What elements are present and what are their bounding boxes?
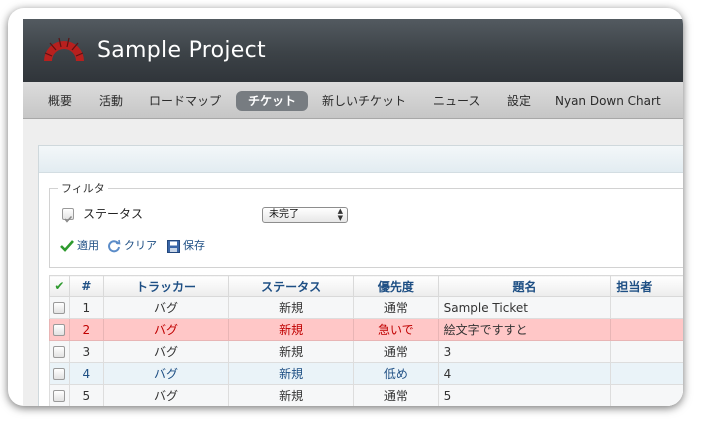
- menu-item-overview[interactable]: 概要: [48, 91, 72, 111]
- issue-tracker: バグ: [102, 340, 230, 363]
- project-title[interactable]: Sample Project: [97, 38, 266, 63]
- issue-id[interactable]: 1: [68, 296, 104, 319]
- main-menu: 概要 活動 ロードマップ チケット 新しいチケット ニュース 設定 Nyan D…: [23, 82, 683, 119]
- filter-legend: フィルタ: [58, 180, 108, 196]
- checkmark-icon: [60, 240, 74, 252]
- save-query-button[interactable]: 保存: [167, 237, 205, 253]
- redmine-logo-icon: [44, 37, 84, 61]
- row-checkbox[interactable]: [53, 368, 66, 380]
- column-header-priority[interactable]: 優先度: [353, 275, 439, 297]
- menu-item-roadmap[interactable]: ロードマップ: [149, 91, 221, 111]
- window-frame: Sample Project 概要 活動 ロードマップ チケット 新しいチケット…: [8, 8, 683, 406]
- table-row[interactable]: 3 バグ 新規 通常 3: [49, 340, 683, 363]
- table-row[interactable]: 1 バグ 新規 通常 Sample Ticket: [49, 296, 683, 319]
- select-arrows-icon: ▲ ▼: [337, 207, 343, 222]
- issue-status: 新規: [228, 340, 355, 363]
- menu-item-activity[interactable]: 活動: [99, 91, 123, 111]
- menu-item-issues[interactable]: チケット: [236, 91, 309, 111]
- issue-priority: 通常: [353, 340, 439, 363]
- issue-tracker: バグ: [102, 362, 230, 385]
- row-checkbox[interactable]: [53, 302, 66, 314]
- column-header-status[interactable]: ステータス: [228, 275, 355, 297]
- issue-id[interactable]: 3: [68, 340, 104, 363]
- issue-priority: 通常: [353, 296, 439, 319]
- issue-subject[interactable]: Sample Ticket: [437, 296, 612, 319]
- issue-status: 新規: [228, 296, 355, 319]
- clear-label: クリア: [124, 239, 157, 252]
- issue-status: 新規: [228, 362, 355, 385]
- save-disk-icon: [167, 239, 180, 253]
- column-header-tracker[interactable]: トラッカー: [102, 275, 230, 297]
- issue-status: 新規: [228, 318, 355, 341]
- issues-table: ✔ # トラッカー ステータス 優先度 題名 担当者 1 バグ 新規 通常 Sa…: [49, 275, 683, 406]
- issue-priority: 急いで: [353, 318, 439, 341]
- row-checkbox[interactable]: [53, 390, 66, 402]
- issue-id[interactable]: 2: [68, 318, 104, 341]
- content-top-bar: [39, 146, 683, 173]
- clear-button[interactable]: クリア: [107, 237, 157, 253]
- browser-viewport: Sample Project 概要 活動 ロードマップ チケット 新しいチケット…: [23, 19, 683, 406]
- checkmark-icon: [64, 215, 73, 223]
- status-filter-checkbox[interactable]: [62, 208, 74, 223]
- row-checkbox[interactable]: [53, 346, 66, 358]
- issue-id[interactable]: 4: [68, 362, 104, 385]
- menu-item-new-issue[interactable]: 新しいチケット: [322, 91, 406, 111]
- issue-assignee: [610, 384, 683, 406]
- save-label: 保存: [183, 239, 205, 252]
- toggle-all-checkbox[interactable]: ✔: [49, 275, 70, 297]
- issue-subject[interactable]: 3: [437, 340, 612, 363]
- content-panel: フィルタ ステータス 未完了 ▲ ▼ 適用 クリア 保存 ✔ # トラッカー ス…: [38, 145, 683, 406]
- table-row[interactable]: 2 バグ 新規 急いで 絵文字ですすと: [49, 318, 683, 341]
- apply-label: 適用: [77, 239, 99, 252]
- issue-subject[interactable]: 絵文字ですすと: [437, 318, 612, 341]
- menu-item-settings[interactable]: 設定: [507, 91, 531, 111]
- issue-priority: 低め: [353, 362, 439, 385]
- column-header-assignee[interactable]: 担当者: [610, 275, 683, 297]
- issue-assignee: [610, 296, 683, 319]
- table-row[interactable]: 5 バグ 新規 通常 5: [49, 384, 683, 406]
- row-checkbox[interactable]: [53, 324, 66, 336]
- issue-subject[interactable]: 4: [437, 362, 612, 385]
- status-filter-label: ステータス: [83, 207, 144, 221]
- issue-assignee: [610, 362, 683, 385]
- status-operator-select[interactable]: 未完了 ▲ ▼: [262, 207, 348, 223]
- column-header-id[interactable]: #: [68, 275, 104, 297]
- issue-status: 新規: [228, 384, 355, 406]
- issue-tracker: バグ: [102, 296, 230, 319]
- refresh-icon: [108, 239, 121, 253]
- issue-tracker: バグ: [102, 384, 230, 406]
- table-header-row: ✔ # トラッカー ステータス 優先度 題名 担当者: [49, 275, 683, 297]
- page-header: Sample Project: [23, 19, 683, 82]
- table-row[interactable]: 4 バグ 新規 低め 4: [49, 362, 683, 385]
- issue-assignee: [610, 318, 683, 341]
- column-header-subject[interactable]: 題名: [437, 275, 612, 297]
- issue-subject[interactable]: 5: [437, 384, 612, 406]
- issue-priority: 通常: [353, 384, 439, 406]
- apply-button[interactable]: 適用: [60, 237, 99, 253]
- filter-fieldset: フィルタ ステータス 未完了 ▲ ▼ 適用 クリア 保存: [49, 180, 683, 268]
- issue-tracker: バグ: [102, 318, 230, 341]
- issue-id[interactable]: 5: [68, 384, 104, 406]
- issue-assignee: [610, 340, 683, 363]
- menu-item-news[interactable]: ニュース: [433, 91, 480, 111]
- content-area: フィルタ ステータス 未完了 ▲ ▼ 適用 クリア 保存 ✔ # トラッカー ス…: [23, 119, 683, 406]
- menu-item-nyan-down-chart[interactable]: Nyan Down Chart: [555, 91, 661, 111]
- status-operator-value: 未完了: [269, 209, 299, 220]
